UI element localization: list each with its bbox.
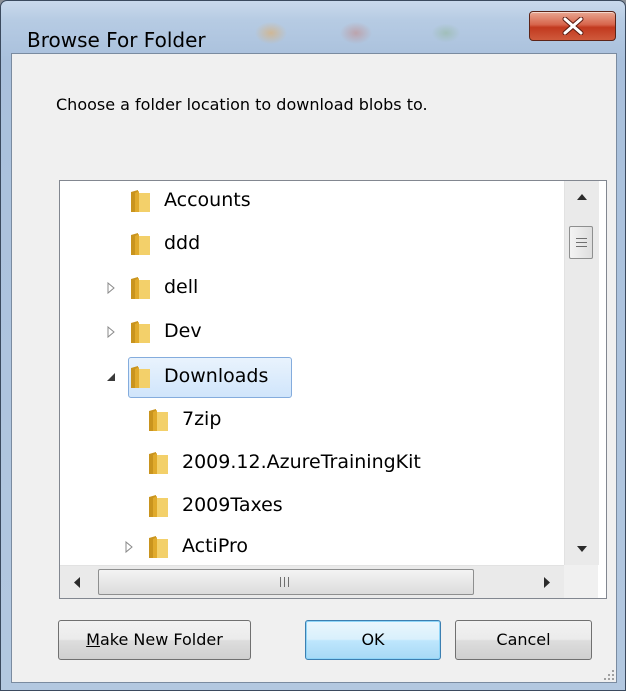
make-new-folder-button[interactable]: Make New Folder [58, 620, 251, 660]
tree-item-azuretrainingkit[interactable]: 2009.12.AzureTrainingKit [60, 443, 564, 483]
tree-item-accounts[interactable]: Accounts [60, 181, 564, 221]
folder-icon [131, 366, 150, 388]
cancel-button[interactable]: Cancel [455, 620, 592, 660]
expand-arrow-icon[interactable] [104, 324, 118, 340]
expand-arrow-icon[interactable] [104, 280, 118, 296]
tree-item-2009taxes[interactable]: 2009Taxes [60, 486, 564, 526]
scroll-up-icon[interactable] [565, 181, 599, 213]
tree-item-actipro[interactable]: ActiPro [60, 527, 564, 565]
tree-item-label: 7zip [182, 408, 222, 430]
tree-item-label: ActiPro [182, 535, 248, 557]
resize-grip-icon[interactable] [600, 666, 616, 682]
folder-icon [149, 452, 168, 474]
tree-item-label: ddd [164, 232, 201, 254]
make-new-folder-label: ake New Folder [99, 630, 223, 649]
vertical-scroll-thumb[interactable] [569, 226, 593, 259]
tree-item-7zip[interactable]: 7zip [60, 400, 564, 440]
title-bar[interactable]: Browse For Folder [1, 1, 625, 53]
folder-icon [131, 233, 150, 255]
collapse-arrow-icon[interactable] [104, 369, 118, 385]
folder-icon [149, 409, 168, 431]
tree-item-label: dell [164, 276, 199, 298]
tree-item-dell[interactable]: dell [60, 268, 564, 308]
scroll-down-icon[interactable] [565, 533, 599, 565]
tree-item-downloads[interactable]: Downloads [60, 357, 564, 397]
tree-item-label: 2009Taxes [182, 494, 283, 516]
scrollbar-corner [564, 565, 598, 598]
horizontal-scrollbar[interactable] [60, 565, 564, 599]
folder-icon [149, 495, 168, 517]
dialog-body: Choose a folder location to download blo… [11, 53, 617, 683]
browse-for-folder-dialog: Browse For Folder Choose a folder locati… [0, 0, 626, 691]
vertical-scrollbar[interactable] [564, 181, 599, 565]
expand-arrow-icon[interactable] [122, 539, 136, 555]
window-title: Browse For Folder [27, 28, 206, 52]
folder-icon [131, 190, 150, 212]
tree-item-label: 2009.12.AzureTrainingKit [182, 451, 421, 473]
close-icon [562, 17, 584, 35]
tree-item-label: Dev [164, 320, 202, 342]
tree-item-ddd[interactable]: ddd [60, 224, 564, 264]
horizontal-scroll-thumb[interactable] [98, 569, 474, 595]
instruction-text: Choose a folder location to download blo… [56, 95, 428, 114]
folder-tree[interactable]: Accounts ddd dell Dev Downloads 7zip 200… [59, 180, 607, 599]
scroll-left-icon[interactable] [60, 566, 94, 599]
close-button[interactable] [529, 11, 616, 41]
folder-icon [149, 536, 168, 558]
scroll-right-icon[interactable] [530, 566, 564, 599]
tree-item-label: Accounts [164, 189, 251, 211]
tree-item-label: Downloads [164, 365, 269, 387]
ok-button[interactable]: OK [305, 620, 441, 660]
tree-item-dev[interactable]: Dev [60, 312, 564, 352]
folder-icon [131, 277, 150, 299]
make-new-folder-mnemonic: M [86, 630, 100, 649]
folder-icon [131, 321, 150, 343]
